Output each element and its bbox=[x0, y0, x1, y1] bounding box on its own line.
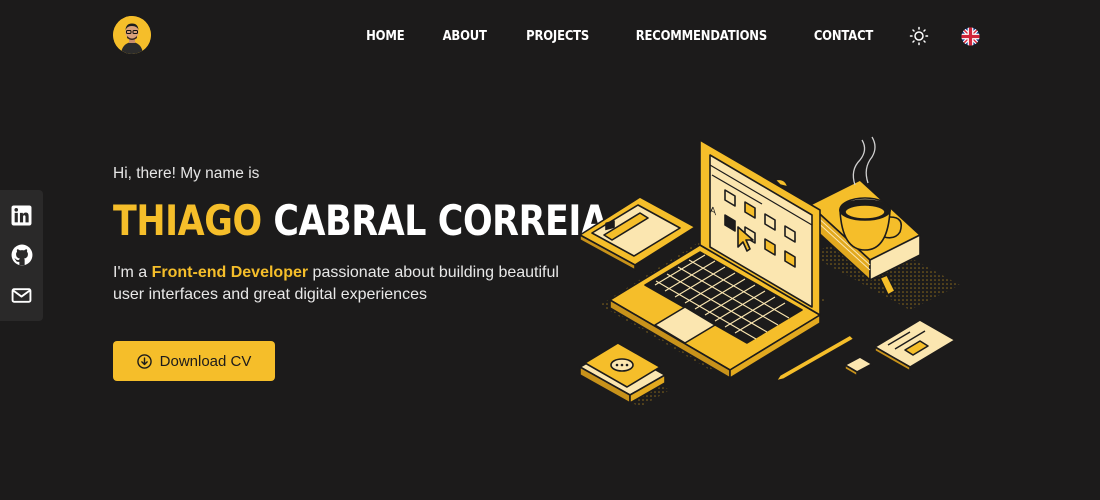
language-button[interactable] bbox=[960, 26, 980, 46]
nav-about[interactable]: ABOUT bbox=[442, 28, 486, 44]
hero-tagline: I'm a Front-end Developer passionate abo… bbox=[113, 262, 583, 306]
hero-name: THIAGO CABRAL CORREIA bbox=[113, 200, 608, 242]
uk-flag-icon bbox=[960, 26, 980, 46]
theme-toggle-button[interactable] bbox=[909, 26, 929, 46]
avatar[interactable] bbox=[113, 16, 151, 54]
avatar-image bbox=[113, 16, 151, 54]
nav-recommendations[interactable]: RECOMMENDATIONS bbox=[636, 28, 768, 44]
email-link[interactable] bbox=[11, 284, 33, 306]
nav-projects[interactable]: PROJECTS bbox=[526, 28, 589, 44]
tagline-prefix: I'm a bbox=[113, 264, 152, 281]
mail-icon bbox=[11, 287, 32, 303]
download-circle-icon bbox=[136, 353, 152, 369]
hero-section: Hi, there! My name is THIAGO CABRAL CORR… bbox=[113, 165, 608, 306]
download-cv-button[interactable]: Download CV bbox=[113, 341, 275, 381]
tagline-highlight: Front-end Developer bbox=[151, 264, 309, 281]
download-cv-label: Download CV bbox=[159, 352, 252, 370]
hero-name-first: THIAGO bbox=[113, 196, 262, 245]
main-nav: HOME ABOUT PROJECTS RECOMMENDATIONS CONT… bbox=[363, 0, 980, 72]
linkedin-link[interactable] bbox=[11, 205, 33, 227]
greeting-text: Hi, there! My name is bbox=[113, 165, 260, 182]
sun-icon bbox=[909, 26, 929, 46]
github-link[interactable] bbox=[11, 244, 33, 266]
laptop-illustration: A bbox=[579, 136, 960, 407]
nav-contact[interactable]: CONTACT bbox=[814, 28, 874, 44]
social-sidebar bbox=[0, 190, 43, 321]
nav-home[interactable]: HOME bbox=[366, 28, 405, 44]
github-icon bbox=[11, 245, 32, 266]
linkedin-icon bbox=[11, 205, 32, 226]
hero-name-last: CABRAL CORREIA bbox=[273, 196, 608, 245]
